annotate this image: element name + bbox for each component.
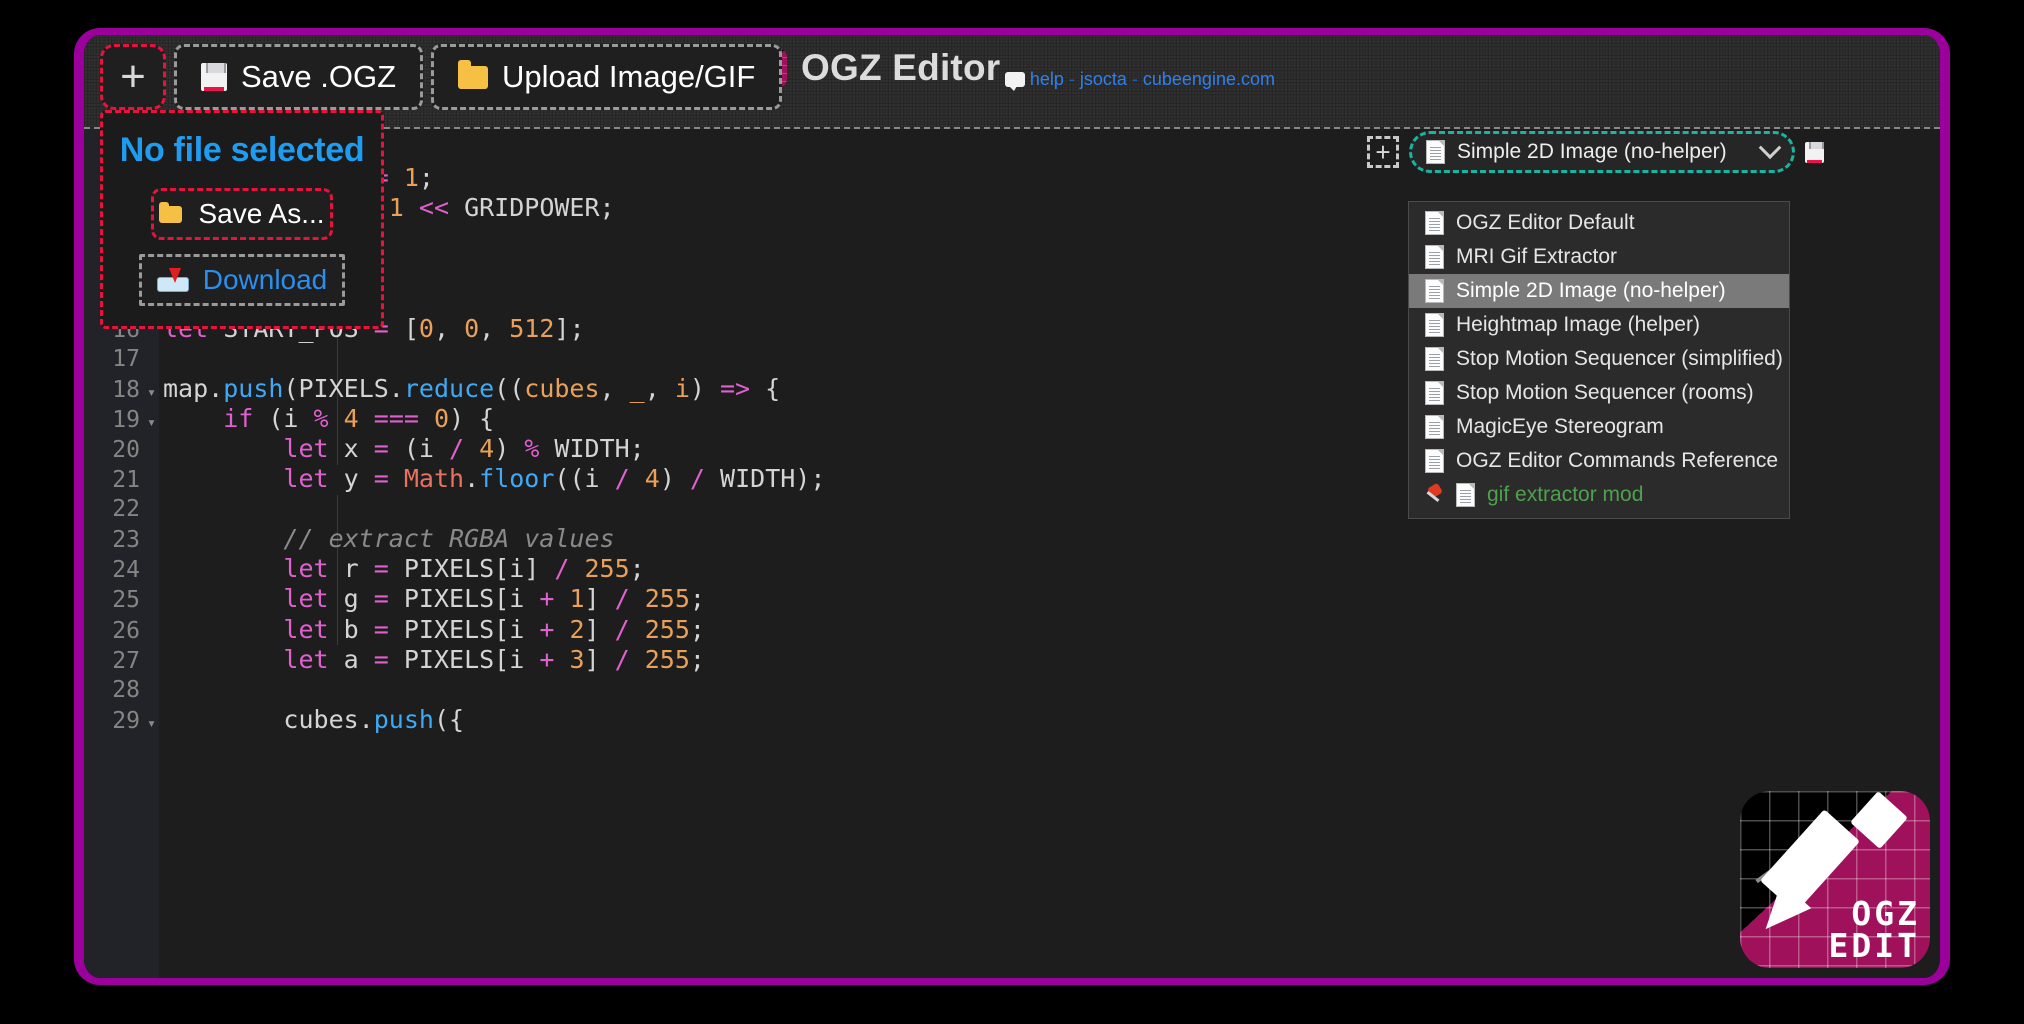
code-text: let a = PIXELS[i + 3] / 255; — [283, 644, 705, 674]
preset-menu-item[interactable]: MRI Gif Extractor — [1409, 240, 1789, 274]
download-icon — [156, 268, 189, 292]
folder-icon — [159, 201, 183, 223]
plus-icon: + — [120, 52, 146, 101]
preset-menu-item-label: Heightmap Image (helper) — [1456, 313, 1700, 336]
document-icon — [1426, 140, 1445, 164]
download-button[interactable]: Download — [139, 254, 345, 306]
preset-menu-item[interactable]: Stop Motion Sequencer (rooms) — [1409, 376, 1789, 410]
code-line[interactable]: 24 let r = PIXELS[i] / 255; — [84, 554, 1940, 584]
main-toolbar: + Save .OGZ Upload Image/GIF — [100, 44, 783, 110]
code-text: let y = Math.floor((i / 4) / WIDTH); — [283, 464, 826, 494]
fold-toggle-icon[interactable]: ▾ — [144, 407, 159, 437]
code-line[interactable]: 23 // extract RGBA values — [84, 524, 1940, 554]
line-number: 26 — [112, 617, 140, 644]
document-icon — [1425, 449, 1444, 473]
floppy-disk-icon — [201, 63, 227, 91]
document-icon — [1425, 347, 1444, 371]
document-icon — [1425, 415, 1444, 439]
line-number: 24 — [112, 557, 140, 584]
pushpin-icon — [1425, 484, 1444, 506]
fold-toggle-icon[interactable]: ▾ — [144, 708, 159, 738]
preset-menu-item[interactable]: Stop Motion Sequencer (simplified) — [1409, 342, 1789, 376]
code-text: let g = PIXELS[i + 1] / 255; — [283, 584, 705, 614]
preset-menu-item-label: OGZ Editor Default — [1456, 211, 1635, 234]
line-number: 19 — [112, 406, 140, 433]
preset-menu-item-label: gif extractor mod — [1487, 483, 1644, 506]
subtitle-links: help - jsocta - cubeengine.com — [1004, 69, 1275, 91]
code-text: // extract RGBA values — [283, 524, 615, 554]
file-panel: No file selected Save As... Download — [100, 110, 384, 329]
save-preset-icon[interactable] — [1805, 141, 1824, 163]
plus-square-icon[interactable]: + — [1367, 136, 1399, 168]
save-ogz-label: Save .OGZ — [241, 59, 397, 94]
code-text: let b = PIXELS[i + 2] / 255; — [283, 614, 705, 644]
code-line[interactable]: 29 ▾ cubes.push({ — [84, 705, 1940, 735]
code-line[interactable]: 26 let b = PIXELS[i + 2] / 255; — [84, 615, 1940, 645]
download-label: Download — [202, 264, 328, 295]
preset-select-zone: + Simple 2D Image (no-helper) — [1367, 131, 1824, 173]
line-number: 21 — [112, 467, 140, 494]
title-row: OGZ Editor — [749, 47, 1000, 89]
preset-menu-item[interactable]: OGZ Editor Commands Reference — [1409, 444, 1789, 478]
help-link[interactable]: help — [1030, 69, 1064, 90]
line-number: 25 — [112, 587, 140, 614]
code-line[interactable]: 28 — [84, 675, 1940, 705]
preset-menu-item-label: Stop Motion Sequencer (rooms) — [1456, 381, 1754, 404]
add-file-button[interactable]: + — [100, 44, 166, 110]
line-number: 20 — [112, 436, 140, 463]
line-number: 22 — [112, 496, 140, 523]
link-separator-2: - — [1131, 69, 1138, 89]
page-title: OGZ Editor — [801, 47, 1001, 88]
save-as-button[interactable]: Save As... — [151, 188, 333, 240]
document-icon — [1425, 245, 1444, 269]
preset-select[interactable]: Simple 2D Image (no-helper) — [1409, 131, 1795, 173]
chat-bubble-icon — [1004, 72, 1025, 91]
preset-menu-item-label: OGZ Editor Commands Reference — [1456, 449, 1779, 472]
line-number: 28 — [112, 676, 140, 703]
document-icon — [1425, 279, 1444, 303]
preset-menu-item-label: Stop Motion Sequencer (simplified) — [1456, 347, 1783, 370]
line-number: 29 — [112, 707, 140, 734]
folder-icon — [458, 59, 489, 89]
code-text: if (i % 4 === 0) { — [223, 403, 495, 433]
code-text: map.push(PIXELS.reduce((cubes, _, i) => … — [163, 373, 781, 403]
save-as-label: Save As... — [198, 198, 325, 229]
preset-menu-item[interactable]: Simple 2D Image (no-helper) — [1409, 274, 1789, 308]
preset-menu-item-label: MRI Gif Extractor — [1456, 245, 1618, 268]
line-number: 23 — [112, 527, 140, 554]
fold-toggle-icon[interactable]: ▾ — [144, 377, 159, 407]
chevron-down-icon — [1758, 136, 1782, 160]
line-number: 27 — [112, 647, 140, 674]
ogz-edit-logo-icon: OGZ EDIT — [1740, 791, 1930, 968]
preset-menu-item-label: MagicEye Stereogram — [1456, 415, 1664, 438]
line-number: 18 — [112, 376, 140, 403]
code-text: let r = PIXELS[i] / 255; — [283, 554, 645, 584]
preset-menu-item-label: Simple 2D Image (no-helper) — [1456, 279, 1726, 302]
file-status-label: No file selected — [119, 131, 365, 169]
document-icon — [1425, 211, 1444, 235]
jsocta-link[interactable]: jsocta — [1080, 69, 1127, 90]
code-text: cubes.push({ — [283, 704, 465, 734]
preset-dropdown-menu[interactable]: OGZ Editor Default MRI Gif Extractor Simpl… — [1408, 201, 1790, 519]
cubeengine-link[interactable]: cubeengine.com — [1143, 69, 1275, 90]
preset-select-value: Simple 2D Image (no-helper) — [1457, 140, 1727, 163]
document-icon — [1425, 381, 1444, 405]
preset-menu-item[interactable]: MagicEye Stereogram — [1409, 410, 1789, 444]
upload-image-button[interactable]: Upload Image/GIF — [431, 44, 783, 110]
preset-menu-item[interactable]: gif extractor mod — [1409, 478, 1789, 512]
document-icon — [1456, 483, 1475, 507]
code-text: let x = (i / 4) % WIDTH; — [283, 433, 645, 463]
document-icon — [1425, 313, 1444, 337]
preset-menu-item[interactable]: Heightmap Image (helper) — [1409, 308, 1789, 342]
app-window: + Save .OGZ Upload Image/GIF OGZ Editor … — [74, 28, 1950, 985]
logo-line-2: EDIT — [1828, 926, 1920, 965]
line-number: 17 — [112, 345, 140, 372]
link-separator-1: - — [1068, 69, 1075, 89]
code-line[interactable]: 25 let g = PIXELS[i + 1] / 255; — [84, 584, 1940, 614]
preset-menu-item[interactable]: OGZ Editor Default — [1409, 206, 1789, 240]
code-line[interactable]: 27 let a = PIXELS[i + 3] / 255; — [84, 645, 1940, 675]
save-ogz-button[interactable]: Save .OGZ — [174, 44, 424, 110]
upload-label: Upload Image/GIF — [502, 59, 756, 94]
